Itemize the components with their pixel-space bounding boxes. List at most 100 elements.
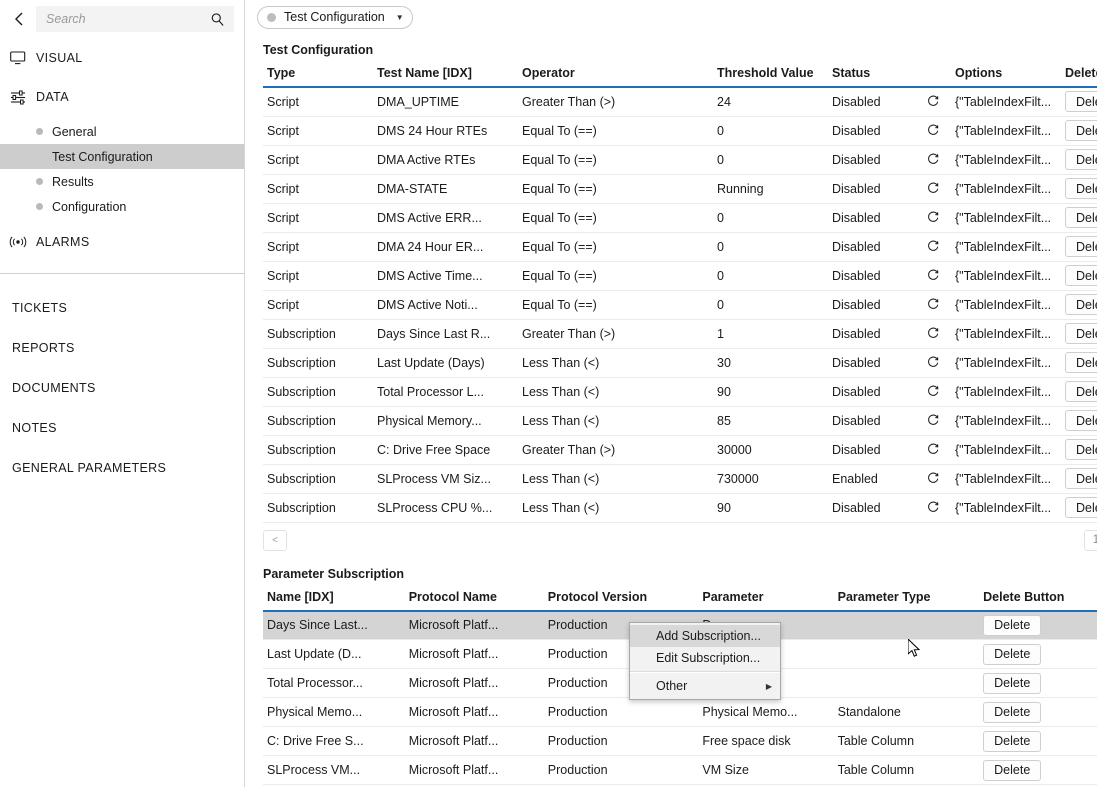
col-parameter[interactable]: Parameter bbox=[698, 589, 834, 612]
delete-button[interactable]: Delete bbox=[1065, 439, 1097, 460]
delete-button[interactable]: Delete bbox=[1065, 352, 1097, 373]
delete-button[interactable]: Delete bbox=[983, 701, 1042, 723]
col-name-idx[interactable]: Name [IDX] bbox=[263, 589, 405, 612]
sidebar-item-documents[interactable]: DOCUMENTS bbox=[0, 376, 244, 400]
delete-button[interactable]: Delete bbox=[1065, 265, 1097, 286]
cell-refresh[interactable] bbox=[923, 174, 951, 204]
context-menu-item-other[interactable]: Other ▶ bbox=[630, 675, 780, 697]
table-row[interactable]: Script DMS Active ERR... Equal To (==) 0 Dis… bbox=[263, 203, 1097, 233]
cell-refresh[interactable] bbox=[923, 290, 951, 320]
cell-options[interactable]: {"TableIndexFilt... bbox=[951, 261, 1061, 291]
delete-button[interactable]: Delete bbox=[1065, 294, 1097, 315]
sidebar-item-general[interactable]: General bbox=[0, 119, 244, 144]
table-row[interactable]: Subscription C: Drive Free Space Greater T… bbox=[263, 435, 1097, 465]
delete-button[interactable]: Delete bbox=[1065, 236, 1097, 257]
cell-options[interactable]: {"TableIndexFilt... bbox=[951, 464, 1061, 494]
delete-button[interactable]: Delete bbox=[1065, 468, 1097, 489]
sidebar-item-tickets[interactable]: TICKETS bbox=[0, 296, 244, 320]
sidebar-item-configuration[interactable]: Configuration bbox=[0, 194, 244, 219]
refresh-icon[interactable] bbox=[927, 181, 940, 194]
pager-page-1[interactable]: 1 bbox=[1084, 529, 1097, 551]
cell-refresh[interactable] bbox=[923, 464, 951, 494]
col-delete-button[interactable]: Delete Button bbox=[1061, 66, 1097, 88]
cell-refresh[interactable] bbox=[923, 348, 951, 378]
cell-options[interactable]: {"TableIndexFilt... bbox=[951, 145, 1061, 175]
table-row[interactable]: C: Drive Free S... Microsoft Platf... Prod… bbox=[263, 726, 1097, 756]
table-row[interactable]: Physical Memo... Microsoft Platf... Produc… bbox=[263, 697, 1097, 727]
table-row[interactable]: SLProcess VM... Microsoft Platf... Product… bbox=[263, 755, 1097, 785]
cell-refresh[interactable] bbox=[923, 377, 951, 407]
delete-button[interactable]: Delete bbox=[983, 672, 1042, 694]
pager-prev-button[interactable]: < bbox=[263, 529, 287, 551]
sidebar-section-visual[interactable]: VISUAL bbox=[0, 43, 244, 73]
cell-refresh[interactable] bbox=[923, 406, 951, 436]
cell-refresh[interactable] bbox=[923, 232, 951, 262]
refresh-icon[interactable] bbox=[927, 413, 940, 426]
cell-options[interactable]: {"TableIndexFilt... bbox=[951, 348, 1061, 378]
cell-refresh[interactable] bbox=[923, 145, 951, 175]
cell-refresh[interactable] bbox=[923, 493, 951, 523]
refresh-icon[interactable] bbox=[927, 268, 940, 281]
refresh-icon[interactable] bbox=[927, 297, 940, 310]
table-row[interactable]: Script DMS Active Noti... Equal To (==) 0 Di… bbox=[263, 290, 1097, 320]
cell-options[interactable]: {"TableIndexFilt... bbox=[951, 319, 1061, 349]
table-row[interactable]: Script DMS 24 Hour RTEs Equal To (==) 0 Disa… bbox=[263, 116, 1097, 146]
table-row[interactable]: Script DMA 24 Hour ER... Equal To (==) 0 Dis… bbox=[263, 232, 1097, 262]
refresh-icon[interactable] bbox=[927, 471, 940, 484]
refresh-icon[interactable] bbox=[927, 442, 940, 455]
cell-refresh[interactable] bbox=[923, 203, 951, 233]
refresh-icon[interactable] bbox=[927, 384, 940, 397]
table-row[interactable]: Script DMS Active Time... Equal To (==) 0 Di… bbox=[263, 261, 1097, 291]
delete-button[interactable]: Delete bbox=[1065, 381, 1097, 402]
delete-button[interactable]: Delete bbox=[1065, 497, 1097, 518]
search-input[interactable] bbox=[46, 12, 208, 26]
context-menu[interactable]: Add Subscription... Edit Subscription...… bbox=[629, 622, 781, 700]
delete-button[interactable]: Delete bbox=[1065, 120, 1097, 141]
tab-test-configuration[interactable]: Test Configuration ▼ bbox=[257, 5, 413, 29]
sidebar-item-notes[interactable]: NOTES bbox=[0, 416, 244, 440]
delete-button[interactable]: Delete bbox=[1065, 410, 1097, 431]
col-operator[interactable]: Operator bbox=[518, 66, 713, 88]
table-row[interactable]: Script DMA-STATE Equal To (==) Running Disab… bbox=[263, 174, 1097, 204]
cell-options[interactable]: {"TableIndexFilt... bbox=[951, 87, 1061, 117]
chevron-down-icon[interactable]: ▼ bbox=[396, 13, 404, 22]
col-delete-button-2[interactable]: Delete Button bbox=[979, 589, 1097, 612]
search-box[interactable] bbox=[36, 6, 234, 32]
cell-refresh[interactable] bbox=[923, 435, 951, 465]
delete-button[interactable]: Delete bbox=[1065, 323, 1097, 344]
col-status[interactable]: Status bbox=[828, 66, 923, 88]
sidebar-section-data[interactable]: DATA bbox=[0, 82, 244, 112]
cell-refresh[interactable] bbox=[923, 116, 951, 146]
col-type[interactable]: Type bbox=[263, 66, 373, 88]
table-row[interactable]: Script DMA_UPTIME Greater Than (>) 24 Disabl… bbox=[263, 87, 1097, 117]
sidebar-item-general-parameters[interactable]: GENERAL PARAMETERS bbox=[0, 456, 244, 480]
cell-options[interactable]: {"TableIndexFilt... bbox=[951, 232, 1061, 262]
col-parameter-type[interactable]: Parameter Type bbox=[833, 589, 980, 612]
refresh-icon[interactable] bbox=[927, 152, 940, 165]
delete-button[interactable]: Delete bbox=[1065, 178, 1097, 199]
col-options[interactable]: Options bbox=[951, 66, 1061, 88]
table-row[interactable]: Subscription Days Since Last R... Greater … bbox=[263, 319, 1097, 349]
cell-options[interactable]: {"TableIndexFilt... bbox=[951, 203, 1061, 233]
col-test-name[interactable]: Test Name [IDX] bbox=[373, 66, 518, 88]
sidebar-item-test-configuration[interactable]: Test Configuration bbox=[0, 144, 244, 169]
table-row[interactable]: Subscription SLProcess CPU %... Less Than … bbox=[263, 493, 1097, 523]
cell-options[interactable]: {"TableIndexFilt... bbox=[951, 174, 1061, 204]
cell-refresh[interactable] bbox=[923, 319, 951, 349]
delete-button[interactable]: Delete bbox=[983, 614, 1042, 636]
delete-button[interactable]: Delete bbox=[983, 643, 1042, 665]
cell-options[interactable]: {"TableIndexFilt... bbox=[951, 290, 1061, 320]
cell-options[interactable]: {"TableIndexFilt... bbox=[951, 493, 1061, 523]
context-menu-item-edit-subscription[interactable]: Edit Subscription... bbox=[630, 647, 780, 669]
col-protocol-version[interactable]: Protocol Version bbox=[543, 589, 699, 612]
table-row[interactable]: Subscription Total Processor L... Less Tha… bbox=[263, 377, 1097, 407]
delete-button[interactable]: Delete bbox=[983, 759, 1042, 781]
refresh-icon[interactable] bbox=[927, 210, 940, 223]
table-row[interactable]: Script DMA Active RTEs Equal To (==) 0 Disab… bbox=[263, 145, 1097, 175]
back-button[interactable] bbox=[6, 6, 32, 32]
cell-options[interactable]: {"TableIndexFilt... bbox=[951, 377, 1061, 407]
refresh-icon[interactable] bbox=[927, 123, 940, 136]
cell-refresh[interactable] bbox=[923, 261, 951, 291]
search-icon[interactable] bbox=[208, 10, 226, 28]
table-row[interactable]: Subscription Last Update (Days) Less Than … bbox=[263, 348, 1097, 378]
